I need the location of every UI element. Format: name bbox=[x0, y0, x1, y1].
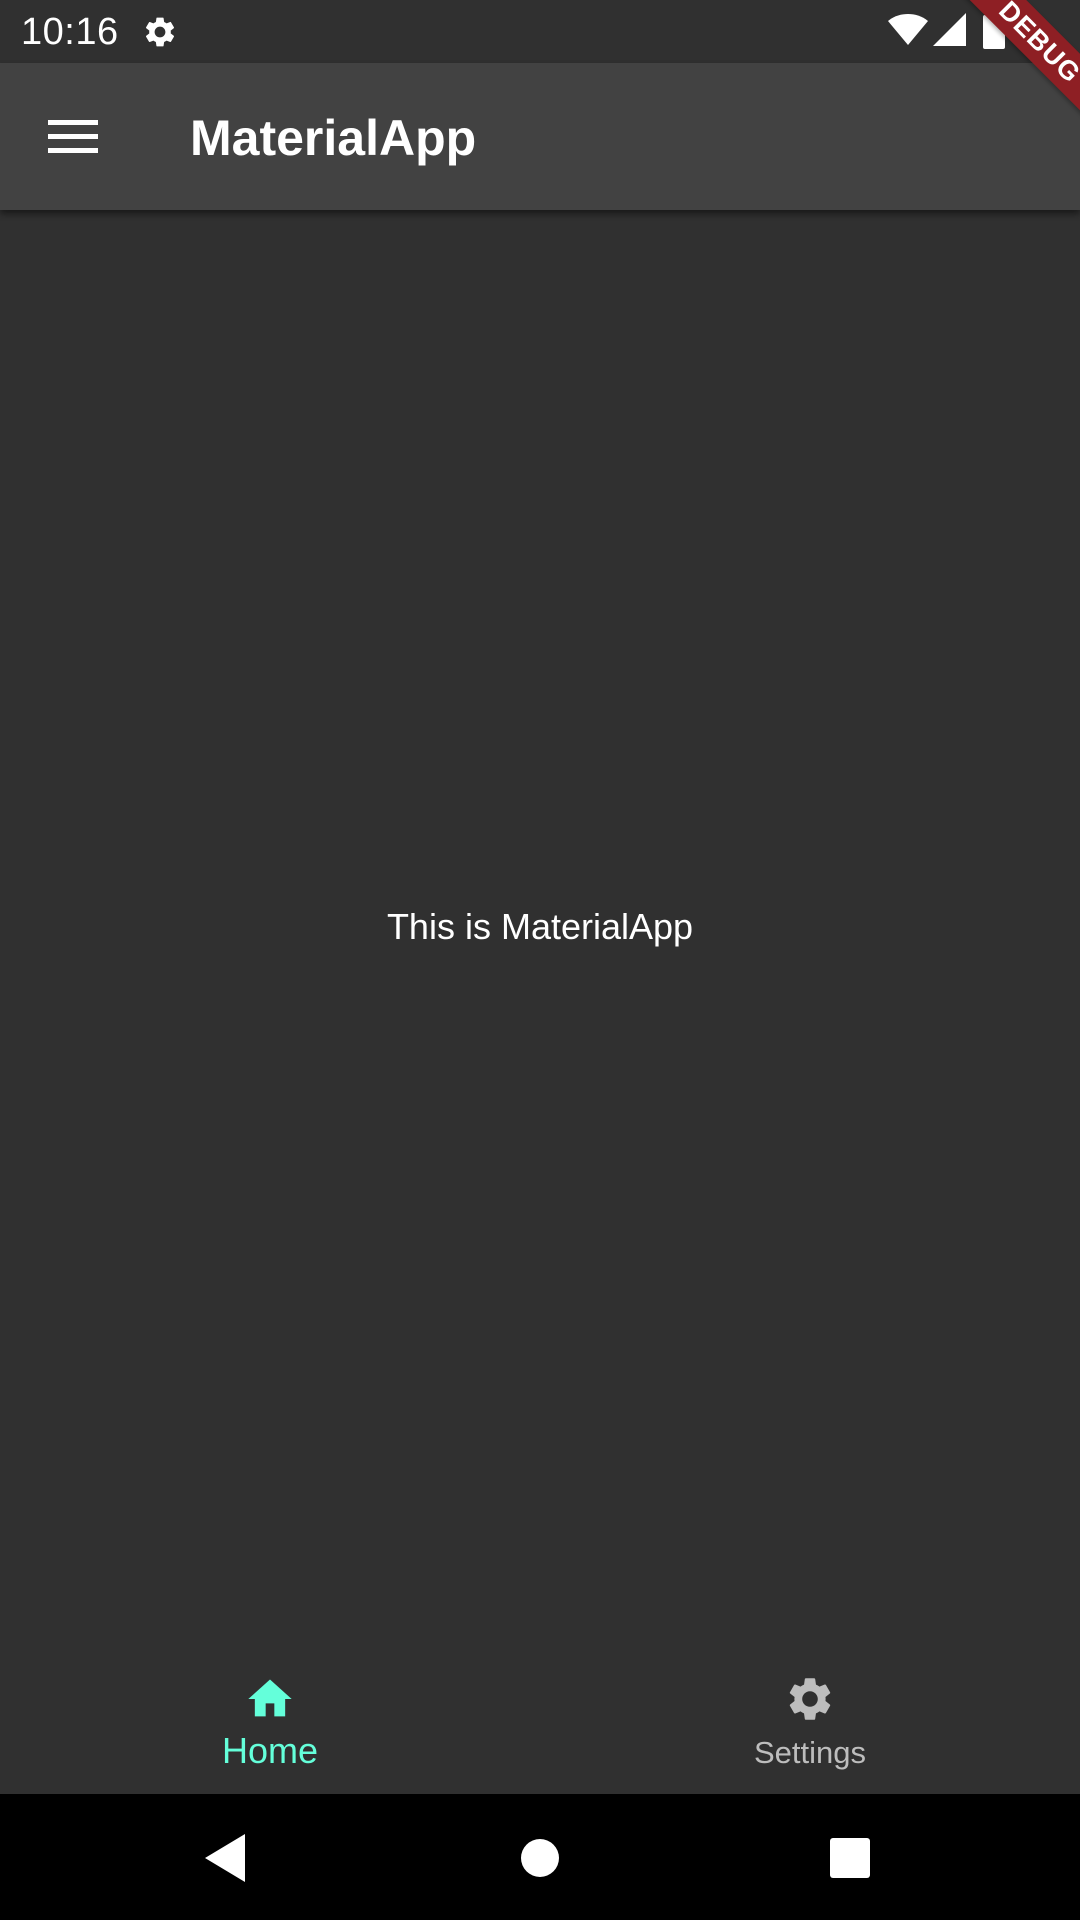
menu-button[interactable] bbox=[28, 98, 118, 176]
nav-item-home[interactable]: Home bbox=[0, 1640, 540, 1794]
menu-icon bbox=[48, 120, 98, 153]
wifi-icon bbox=[888, 14, 928, 45]
recents-icon[interactable] bbox=[818, 1826, 882, 1890]
home-circle-icon[interactable] bbox=[508, 1826, 572, 1890]
back-icon[interactable] bbox=[193, 1826, 257, 1890]
body-area: This is MaterialApp bbox=[0, 210, 1080, 1640]
home-icon bbox=[248, 1679, 292, 1717]
screen: 10:16 DEBUG MaterialApp This is Material bbox=[0, 0, 1080, 1920]
status-time: 10:16 bbox=[21, 11, 119, 53]
signal-icon bbox=[933, 13, 966, 46]
settings-icon bbox=[789, 1678, 831, 1720]
app-bar: MaterialApp bbox=[0, 63, 1080, 210]
nav-item-settings[interactable]: Settings bbox=[540, 1640, 1080, 1794]
nav-label-settings: Settings bbox=[753, 1735, 866, 1770]
system-navigation-bar bbox=[0, 1794, 1080, 1920]
status-bar: 10:16 bbox=[0, 0, 1080, 63]
bottom-navigation: Home Settings bbox=[0, 1640, 1080, 1794]
body-text: This is MaterialApp bbox=[386, 906, 694, 947]
app-title: MaterialApp bbox=[190, 110, 477, 166]
nav-label-home: Home bbox=[221, 1730, 319, 1771]
gear-icon bbox=[145, 17, 175, 47]
